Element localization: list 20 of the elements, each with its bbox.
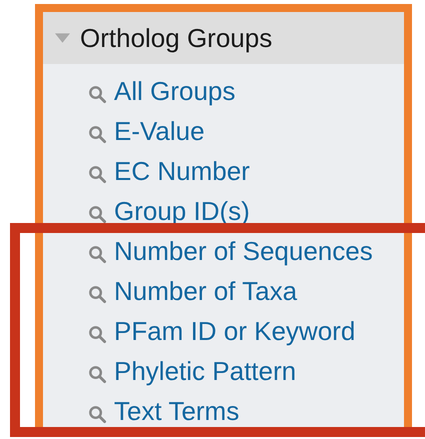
search-icon	[88, 124, 107, 144]
search-icon	[88, 364, 107, 384]
search-link[interactable]: PFam ID or Keyword	[114, 316, 356, 346]
search-icon	[88, 244, 107, 264]
search-icon	[88, 284, 107, 304]
search-icon	[88, 404, 107, 424]
section-title: Ortholog Groups	[80, 22, 272, 54]
search-link[interactable]: EC Number	[114, 156, 250, 186]
search-icon	[88, 84, 107, 104]
search-link[interactable]: All Groups	[114, 76, 236, 106]
search-link[interactable]: Text Terms	[114, 396, 240, 426]
search-link[interactable]: Number of Taxa	[114, 276, 298, 306]
search-icon	[88, 324, 107, 344]
search-icon	[88, 204, 107, 224]
section-header[interactable]: Ortholog Groups	[43, 12, 404, 64]
search-link[interactable]: Number of Sequences	[114, 236, 373, 266]
search-link[interactable]: Group ID(s)	[114, 196, 250, 226]
search-link[interactable]: Phyletic Pattern	[114, 356, 296, 386]
search-icon	[88, 164, 107, 184]
search-link[interactable]: E-Value	[114, 116, 205, 146]
